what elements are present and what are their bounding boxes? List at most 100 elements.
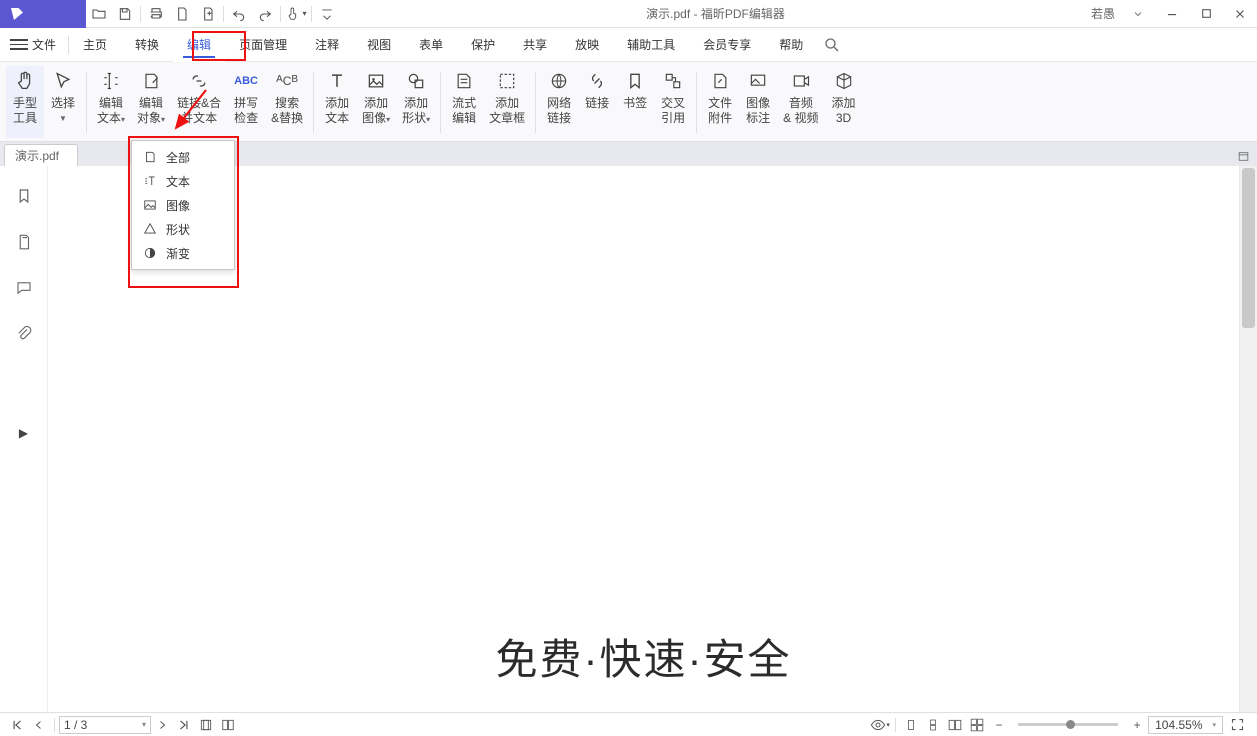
menu-form[interactable]: 表单 <box>405 28 457 62</box>
next-page-button[interactable] <box>151 713 173 736</box>
dropdown-text-label: 文本 <box>166 173 190 190</box>
maximize-button[interactable] <box>1189 0 1223 28</box>
last-page-button[interactable] <box>173 713 195 736</box>
search-button[interactable] <box>817 30 847 60</box>
add-shape-button[interactable]: 添加形状▾ <box>396 66 436 138</box>
all-icon <box>142 149 158 165</box>
image-annotation-button[interactable]: 图像标注 <box>739 66 777 138</box>
touch-mode-button[interactable]: ▾ <box>283 0 309 28</box>
minimize-button[interactable] <box>1155 0 1189 28</box>
dropdown-item-image[interactable]: 图像 <box>132 193 234 217</box>
add-article-button[interactable]: 添加文章框 <box>483 66 531 138</box>
scrollbar-thumb[interactable] <box>1242 168 1255 328</box>
titlebar: ▾ 演示.pdf - 福昕PDF编辑器 若愚 <box>0 0 1257 28</box>
tabs-overflow-button[interactable] <box>1233 146 1253 166</box>
menu-page[interactable]: 页面管理 <box>225 28 301 62</box>
audio-video-button[interactable]: 音频& 视频 <box>777 66 824 138</box>
attachments-panel-icon[interactable] <box>12 322 36 346</box>
first-page-button[interactable] <box>6 713 28 736</box>
page-number-input[interactable]: 1 / 3▾ <box>59 716 151 734</box>
dropdown-item-gradient[interactable]: 渐变 <box>132 241 234 265</box>
spell-check-button[interactable]: ABC 拼写检查 <box>227 66 265 138</box>
single-page-view-button[interactable] <box>900 713 922 736</box>
vertical-scrollbar[interactable] <box>1239 166 1257 712</box>
menu-share[interactable]: 共享 <box>509 28 561 62</box>
user-dropdown-button[interactable] <box>1121 0 1155 28</box>
prev-page-button[interactable] <box>28 713 50 736</box>
undo-button[interactable] <box>226 0 252 28</box>
continuous-facing-view-button[interactable] <box>966 713 988 736</box>
web-link-button[interactable]: 网络链接 <box>540 66 578 138</box>
doc-tab-label: 演示.pdf <box>15 147 59 164</box>
window-controls: 若愚 <box>1091 0 1257 28</box>
save-button[interactable] <box>112 0 138 28</box>
menu-tools[interactable]: 辅助工具 <box>613 28 689 62</box>
dropdown-item-all[interactable]: 全部 <box>132 145 234 169</box>
crossref-button[interactable]: 交叉引用 <box>654 66 692 138</box>
menu-convert[interactable]: 转换 <box>121 28 173 62</box>
image-icon <box>365 70 387 92</box>
pages-panel-icon[interactable] <box>12 230 36 254</box>
dropdown-item-shape[interactable]: 形状 <box>132 217 234 241</box>
add-image-button[interactable]: 添加图像▾ <box>356 66 396 138</box>
link-merge-button[interactable]: 链接&合并文本 <box>171 66 227 138</box>
select-tool-button[interactable]: 选择▼ <box>44 66 82 138</box>
search-replace-icon: ACB <box>276 70 298 92</box>
link-merge-l1: 链接&合 <box>177 96 221 110</box>
new-blank-button[interactable] <box>169 0 195 28</box>
zoom-in-button[interactable]: + <box>1126 713 1148 736</box>
zoom-slider-thumb[interactable] <box>1066 720 1075 729</box>
comments-panel-icon[interactable] <box>12 276 36 300</box>
hamburger-icon[interactable] <box>10 39 28 50</box>
print-button[interactable] <box>143 0 169 28</box>
open-button[interactable] <box>86 0 112 28</box>
menubar: 文件 主页 转换 编辑 页面管理 注释 视图 表单 保护 共享 放映 辅助工具 … <box>0 28 1257 62</box>
add-3d-button[interactable]: 添加3D <box>825 66 863 138</box>
zoom-slider[interactable] <box>1018 723 1118 726</box>
menu-play[interactable]: 放映 <box>561 28 613 62</box>
zoom-value[interactable]: 104.55%▾ <box>1148 716 1223 734</box>
menu-vip[interactable]: 会员专享 <box>689 28 765 62</box>
edit-text-button[interactable]: 编辑文本▾ <box>91 66 131 138</box>
flow-edit-button[interactable]: 流式编辑 <box>445 66 483 138</box>
menu-home[interactable]: 主页 <box>69 28 121 62</box>
cube-icon <box>833 70 855 92</box>
page-content-text: 免费·快速·安全 <box>496 626 792 687</box>
search-replace-button[interactable]: ACB 搜索&替换 <box>265 66 309 138</box>
rail-expand-button[interactable]: ▶ <box>19 426 28 440</box>
new-doc-button[interactable] <box>195 0 221 28</box>
bookmarks-panel-icon[interactable] <box>12 184 36 208</box>
link-button[interactable]: 链接 <box>578 66 616 138</box>
page-layout-button[interactable] <box>217 713 239 736</box>
menu-comment[interactable]: 注释 <box>301 28 353 62</box>
bookmark-button[interactable]: 书签 <box>616 66 654 138</box>
audio-video-icon <box>790 70 812 92</box>
dropdown-image-label: 图像 <box>166 197 190 214</box>
hand-tool-button[interactable]: 手型工具 <box>6 66 44 138</box>
menu-edit[interactable]: 编辑 <box>173 28 225 62</box>
statusbar: 1 / 3▾ ▾ − + 104.55%▾ <box>0 712 1257 736</box>
facing-view-button[interactable] <box>944 713 966 736</box>
user-name[interactable]: 若愚 <box>1091 5 1115 22</box>
quick-access-toolbar: ▾ <box>86 0 340 28</box>
add-text-button[interactable]: 添加文本 <box>318 66 356 138</box>
qat-customize-button[interactable] <box>314 0 340 28</box>
menu-file[interactable]: 文件 <box>32 36 56 53</box>
select-label: 选择 <box>51 96 75 110</box>
menu-protect[interactable]: 保护 <box>457 28 509 62</box>
document-tab[interactable]: 演示.pdf <box>4 144 78 166</box>
page-thumbnails-button[interactable] <box>195 713 217 736</box>
menu-view[interactable]: 视图 <box>353 28 405 62</box>
redo-button[interactable] <box>252 0 278 28</box>
zoom-out-button[interactable]: − <box>988 713 1010 736</box>
close-button[interactable] <box>1223 0 1257 28</box>
edit-object-button[interactable]: 编辑对象▾ <box>131 66 171 138</box>
reading-mode-button[interactable]: ▾ <box>869 713 891 736</box>
menu-help[interactable]: 帮助 <box>765 28 817 62</box>
continuous-view-button[interactable] <box>922 713 944 736</box>
foxit-logo-icon <box>8 5 26 23</box>
dropdown-item-text[interactable]: 文本 <box>132 169 234 193</box>
separator <box>86 72 87 133</box>
attachment-button[interactable]: 文件附件 <box>701 66 739 138</box>
fullscreen-button[interactable] <box>1223 713 1251 736</box>
